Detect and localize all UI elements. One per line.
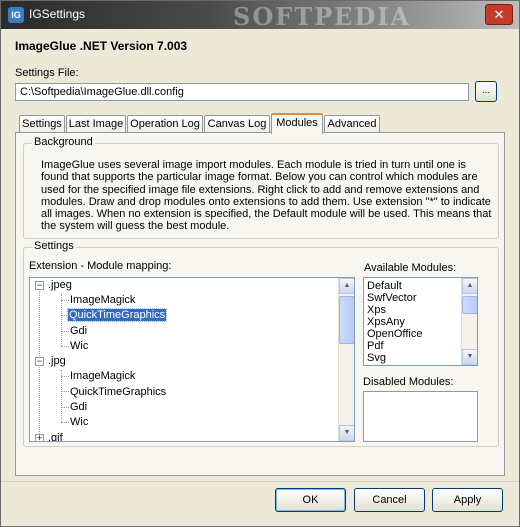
scroll-thumb[interactable] — [462, 296, 477, 314]
tree-connector — [61, 331, 69, 332]
tree-node-module[interactable]: Wic — [70, 339, 88, 354]
list-item[interactable]: OpenOffice — [367, 328, 422, 340]
extension-module-tree[interactable]: − .jpeg ImageMagick QuickTimeGraphics Gd… — [29, 277, 355, 442]
tree-node-label: QuickTimeGraphics — [70, 386, 167, 398]
tree-connector — [61, 422, 69, 423]
tree-node-label: Gdi — [70, 325, 88, 337]
extension-module-mapping-label: Extension - Module mapping: — [29, 260, 172, 272]
tab-advanced[interactable]: Advanced — [324, 115, 380, 133]
tree-node-label: ImageMagick — [70, 294, 136, 306]
igsettings-window: IG IGSettings SOFTPEDIA ✕ ImageGlue .NET… — [0, 0, 520, 527]
available-modules-scrollbar[interactable]: ▲ ▼ — [461, 278, 477, 365]
ok-button[interactable]: OK — [275, 488, 346, 512]
close-icon: ✕ — [493, 7, 505, 22]
scroll-down-arrow-icon[interactable]: ▼ — [462, 349, 477, 365]
settings-file-input[interactable] — [15, 83, 469, 101]
disabled-modules-list[interactable] — [363, 391, 478, 442]
settings-group-title: Settings — [32, 240, 76, 252]
scroll-up-arrow-icon[interactable]: ▲ — [462, 278, 477, 294]
list-item[interactable]: XpsAny — [367, 316, 405, 328]
available-modules-label: Available Modules: — [364, 262, 457, 274]
tree-node-jpg[interactable]: .jpg — [48, 354, 66, 369]
tree-connector — [61, 376, 69, 377]
collapse-icon[interactable]: − — [35, 281, 44, 290]
tree-guide-line — [61, 294, 62, 346]
tree-node-label: ImageMagick — [70, 370, 136, 382]
tree-node-label: .jpeg — [48, 279, 72, 291]
scroll-down-arrow-icon[interactable]: ▼ — [339, 425, 354, 441]
imageglue-app-icon: IG — [8, 7, 24, 23]
collapse-icon[interactable]: − — [35, 357, 44, 366]
footer-separator — [1, 481, 519, 482]
version-label: ImageGlue .NET Version 7.003 — [15, 39, 188, 53]
tree-vertical-scrollbar[interactable]: ▲ ▼ — [338, 278, 354, 441]
tree-connector — [61, 300, 69, 301]
tree-node-label: .jpg — [48, 355, 66, 367]
browse-button[interactable]: ... — [475, 81, 497, 102]
tree-node-module[interactable]: ImageMagick — [70, 293, 135, 308]
tab-operation-log[interactable]: Operation Log — [127, 115, 203, 133]
close-button[interactable]: ✕ — [485, 4, 513, 25]
tree-connector — [61, 407, 69, 408]
scroll-thumb[interactable] — [339, 296, 354, 344]
tree-node-label: Wic — [70, 340, 89, 352]
tree-connector — [61, 391, 69, 392]
tree-node-jpeg[interactable]: .jpeg — [48, 278, 72, 293]
apply-button[interactable]: Apply — [432, 488, 503, 512]
tab-modules[interactable]: Modules — [271, 113, 323, 134]
list-item[interactable]: Svg — [367, 352, 386, 364]
tree-node-module[interactable]: Wic — [70, 415, 88, 430]
scroll-up-arrow-icon[interactable]: ▲ — [339, 278, 354, 294]
expand-icon[interactable]: + — [35, 434, 44, 441]
tree-node-label: .gif — [48, 432, 63, 442]
softpedia-watermark: SOFTPEDIA — [233, 2, 412, 31]
tree-connector — [61, 346, 69, 347]
tab-settings[interactable]: Settings — [19, 115, 65, 133]
tree-guide-line — [61, 370, 62, 422]
tree-node-module[interactable]: Gdi — [70, 324, 87, 339]
list-item[interactable]: Default — [367, 280, 402, 292]
tab-last-image[interactable]: Last Image — [66, 115, 126, 133]
list-item[interactable]: SwfVector — [367, 292, 417, 304]
tab-canvas-log[interactable]: Canvas Log — [204, 115, 270, 133]
window-title: IGSettings — [29, 7, 86, 21]
background-group-title: Background — [32, 136, 95, 148]
tree-node-module[interactable]: QuickTimeGraphics — [70, 385, 166, 400]
list-item[interactable]: Xps — [367, 304, 386, 316]
tree-node-label: QuickTimeGraphics — [66, 308, 168, 322]
tree-node-gif[interactable]: .gif — [48, 431, 63, 442]
tree-node-module[interactable]: ImageMagick — [70, 369, 135, 384]
settings-file-label: Settings File: — [15, 67, 79, 79]
background-description: ImageGlue uses several image import modu… — [41, 159, 492, 233]
tree-node-label: Gdi — [70, 401, 88, 413]
available-modules-list[interactable]: Default SwfVector Xps XpsAny OpenOffice … — [363, 277, 478, 366]
disabled-modules-label: Disabled Modules: — [363, 376, 454, 388]
tree-node-label: Wic — [70, 416, 89, 428]
tree-node-module[interactable]: Gdi — [70, 400, 87, 415]
cancel-button[interactable]: Cancel — [354, 488, 425, 512]
list-item[interactable]: Pdf — [367, 340, 384, 352]
tree-node-module-selected[interactable]: QuickTimeGraphics — [66, 308, 168, 323]
title-bar[interactable]: IG IGSettings SOFTPEDIA ✕ — [1, 1, 519, 31]
